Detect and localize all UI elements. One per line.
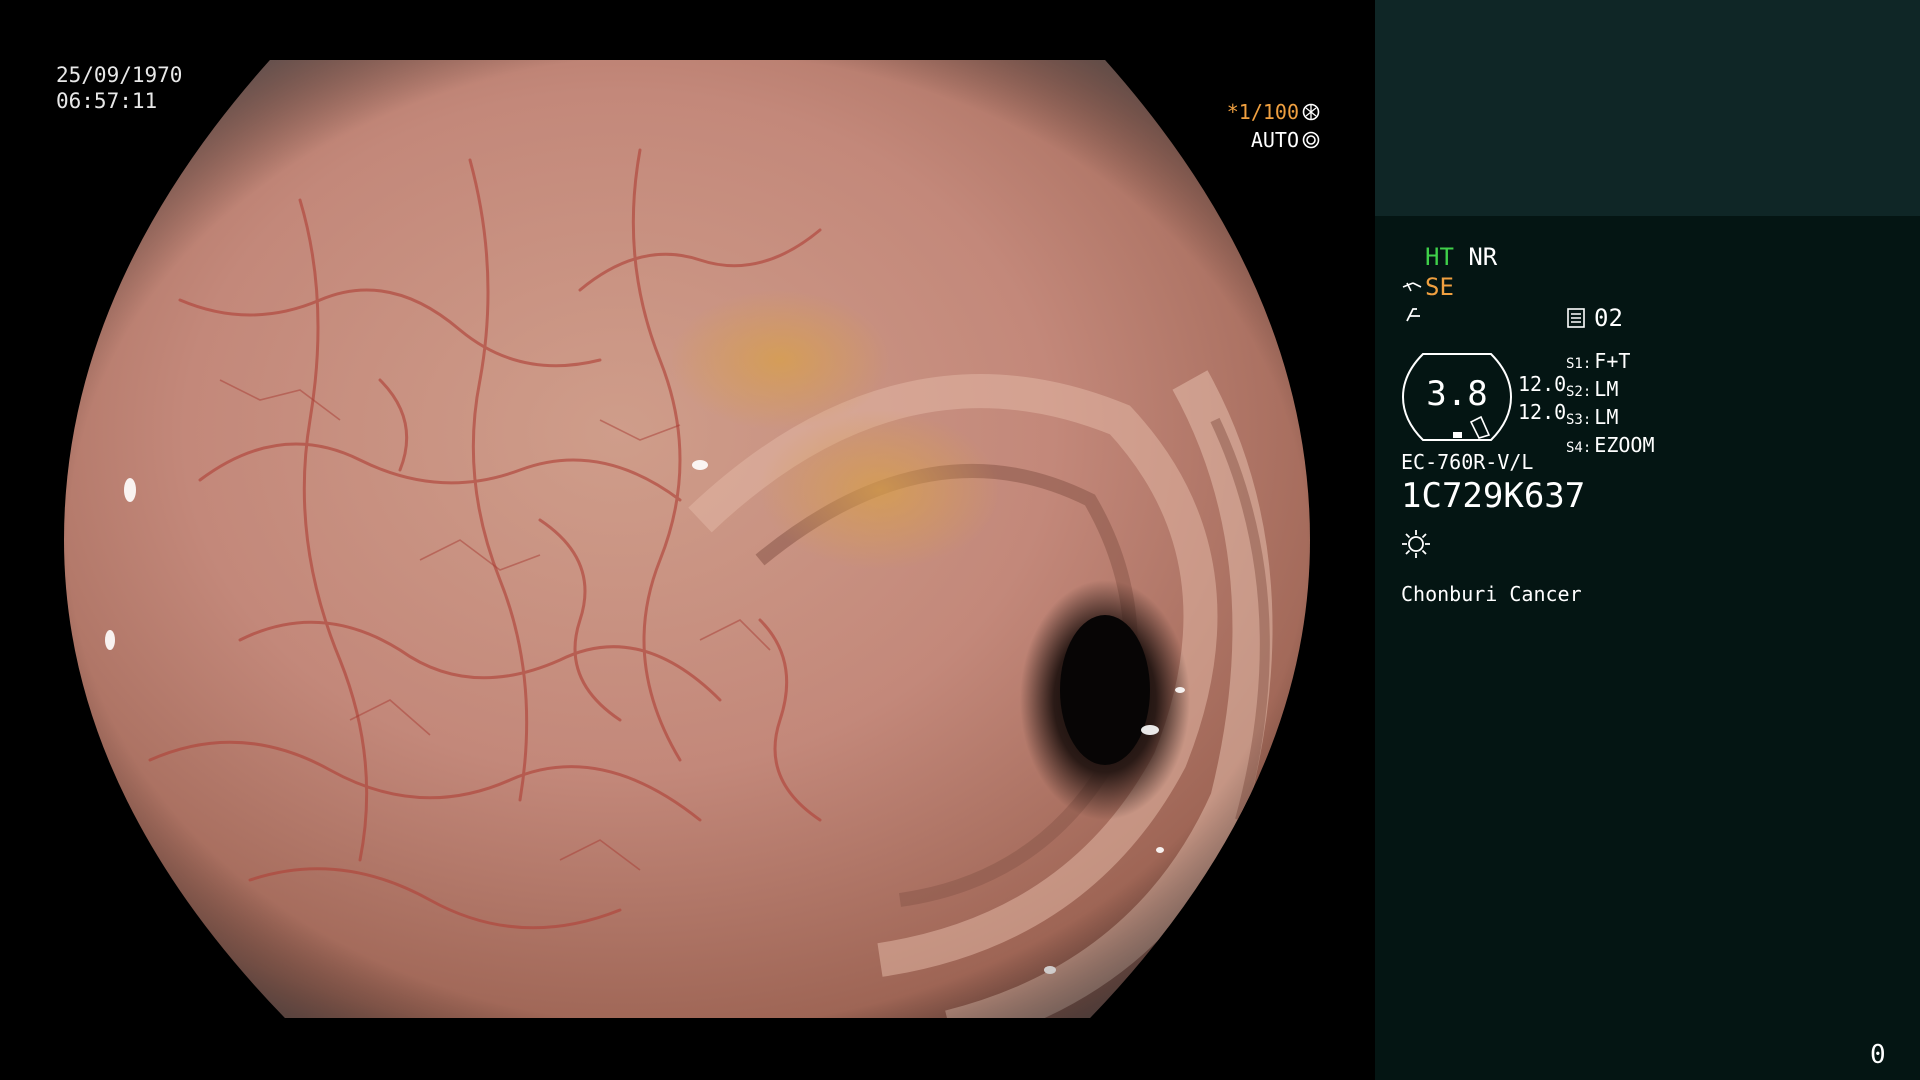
page-icon [1567, 308, 1585, 328]
page-indicator: 02 [1566, 304, 1623, 332]
endoscopy-image [64, 60, 1310, 1018]
scope-serial: 1C729K637 [1401, 476, 1586, 516]
setting-value-1: 12.0 [1518, 372, 1567, 396]
patient-info-area [1375, 0, 1920, 216]
switch-assignments: S1: F+T S2: LM S3: LM S4: EZOOM [1566, 349, 1655, 461]
switch-row: S1: F+T [1566, 349, 1655, 377]
ht-label: HT [1425, 243, 1454, 271]
institution-name: Chonburi Cancer [1401, 582, 1582, 606]
mucosa-view [64, 60, 1310, 1018]
switch-key: S3: [1566, 412, 1592, 428]
exposure-info: *1/100 AUTO [1227, 98, 1320, 154]
page-number: 02 [1594, 304, 1623, 332]
structure-enhancement-status: SE [1401, 273, 1454, 301]
setting-value-2: 12.0 [1518, 400, 1567, 424]
info-panel: HT NR SE 02 3.8 12.0 12.0 S1: F+T S2: LM… [1375, 0, 1920, 1080]
switch-key: S4: [1566, 440, 1592, 456]
date-label: 25/09/1970 [56, 63, 183, 87]
switch-row: S2: LM [1566, 377, 1655, 405]
enhance-icon [1406, 308, 1420, 322]
light-source-indicator [1401, 529, 1431, 565]
zoom-value: 3.8 [1426, 374, 1488, 414]
enhance-status [1403, 303, 1425, 333]
light-source-icon [1402, 530, 1430, 558]
iris-icon [1302, 131, 1320, 149]
switch-key: S1: [1566, 356, 1592, 372]
frame-counter: 0 [1870, 1040, 1886, 1070]
scope-model: EC-760R-V/L [1401, 450, 1534, 474]
scope-tip-icon [1402, 282, 1422, 292]
datetime-stamp: 25/09/1970 06:57:11 [56, 62, 182, 114]
nr-label: NR [1468, 243, 1498, 271]
setting-values: 12.0 12.0 [1518, 370, 1566, 426]
switch-row: S3: LM [1566, 405, 1655, 433]
switch-value: F+T [1594, 349, 1631, 373]
aperture-icon [1302, 103, 1320, 121]
zoom-gauge: 3.8 [1401, 352, 1513, 442]
iris-mode-label: AUTO [1250, 128, 1299, 152]
se-label: SE [1425, 273, 1454, 301]
switch-key: S2: [1566, 384, 1592, 400]
shutter-speed-label: *1/100 [1226, 100, 1299, 124]
switch-row: S4: EZOOM [1566, 433, 1655, 461]
switch-value: EZOOM [1594, 433, 1655, 457]
time-label: 06:57:11 [56, 89, 158, 113]
switch-value: LM [1594, 377, 1619, 401]
switch-value: LM [1594, 405, 1619, 429]
image-processing-status: HT NR [1425, 243, 1497, 271]
